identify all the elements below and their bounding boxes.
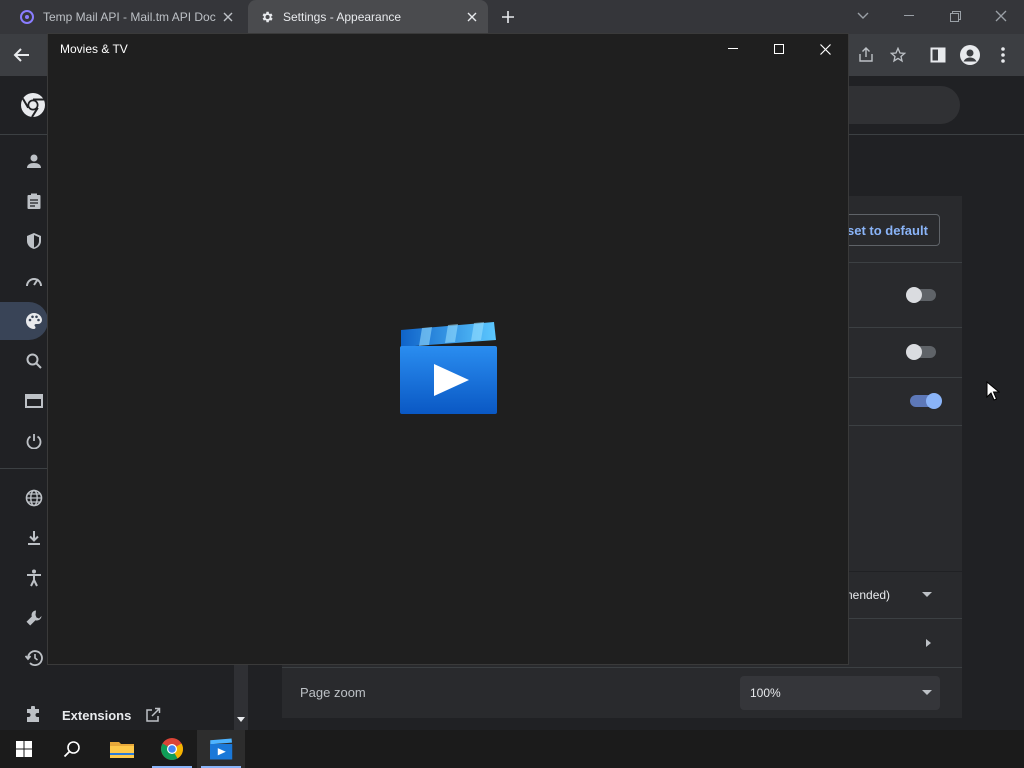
window-title: Movies & TV — [60, 42, 128, 56]
minimize-button[interactable] — [886, 0, 932, 32]
menu-kebab-icon[interactable] — [991, 43, 1015, 67]
back-button[interactable] — [10, 43, 34, 67]
shield-icon[interactable] — [24, 231, 44, 251]
close-icon[interactable] — [218, 7, 238, 27]
download-icon[interactable] — [24, 528, 44, 548]
chevron-down-icon — [922, 592, 932, 597]
page-zoom-select[interactable]: 100% — [740, 676, 940, 710]
globe-icon[interactable] — [24, 488, 44, 508]
open-external-icon — [145, 707, 161, 723]
movies-tv-logo — [398, 320, 498, 416]
palette-icon[interactable] — [24, 311, 44, 331]
sidebar-item-extensions[interactable]: Extensions — [0, 700, 234, 730]
new-tab-button[interactable] — [497, 7, 519, 27]
scroll-down-arrow-icon[interactable] — [237, 717, 245, 722]
share-icon[interactable] — [854, 43, 878, 67]
file-explorer-icon[interactable] — [98, 730, 146, 768]
tab-strip: Temp Mail API - Mail.tm API Doc Settings… — [0, 0, 1024, 34]
movies-tv-window: Movies & TV — [47, 33, 849, 665]
tab-title: Settings - Appearance — [283, 10, 402, 24]
tab-title: Temp Mail API - Mail.tm API Doc — [43, 10, 216, 24]
restore-button[interactable] — [932, 0, 978, 32]
tab-temp-mail[interactable]: Temp Mail API - Mail.tm API Doc — [8, 0, 244, 34]
search-icon[interactable] — [24, 351, 44, 371]
page-zoom-label: Page zoom — [300, 685, 366, 700]
side-panel-icon[interactable] — [926, 43, 950, 67]
power-icon[interactable] — [24, 431, 44, 451]
font-size-value: nended) — [846, 588, 891, 602]
chrome-icon[interactable] — [148, 730, 196, 768]
mailtm-icon — [18, 8, 36, 26]
chrome-logo-icon — [20, 92, 46, 118]
accessibility-icon[interactable] — [24, 568, 44, 588]
movies-tv-icon[interactable] — [197, 730, 245, 768]
person-icon[interactable] — [24, 151, 44, 171]
history-icon[interactable] — [24, 648, 44, 668]
mouse-cursor-icon — [986, 381, 1000, 401]
bookmark-star-icon[interactable] — [886, 43, 910, 67]
clipboard-icon[interactable] — [24, 191, 44, 211]
browser-icon[interactable] — [24, 391, 44, 411]
profile-avatar[interactable] — [958, 43, 982, 67]
maximize-button[interactable] — [756, 34, 802, 64]
taskbar — [0, 730, 1024, 768]
reset-label: set to default — [847, 222, 928, 238]
start-icon[interactable] — [0, 730, 48, 768]
page-zoom-value: 100% — [750, 686, 781, 700]
close-window-button[interactable] — [802, 34, 848, 64]
wrench-icon[interactable] — [24, 608, 44, 628]
speedometer-icon[interactable] — [24, 271, 44, 291]
tab-search-button[interactable] — [840, 0, 886, 32]
sidebar-scrollbar[interactable] — [234, 660, 248, 730]
row-divider — [282, 667, 962, 668]
extensions-label: Extensions — [62, 707, 132, 723]
close-icon[interactable] — [462, 7, 482, 27]
gear-icon — [258, 8, 276, 26]
chevron-right-icon[interactable] — [926, 639, 931, 647]
minimize-button[interactable] — [710, 34, 756, 64]
close-window-button[interactable] — [978, 0, 1024, 32]
search-icon[interactable] — [48, 730, 96, 768]
puzzle-icon — [24, 706, 42, 724]
tab-settings-appearance[interactable]: Settings - Appearance — [248, 0, 488, 34]
chevron-down-icon — [922, 690, 932, 695]
